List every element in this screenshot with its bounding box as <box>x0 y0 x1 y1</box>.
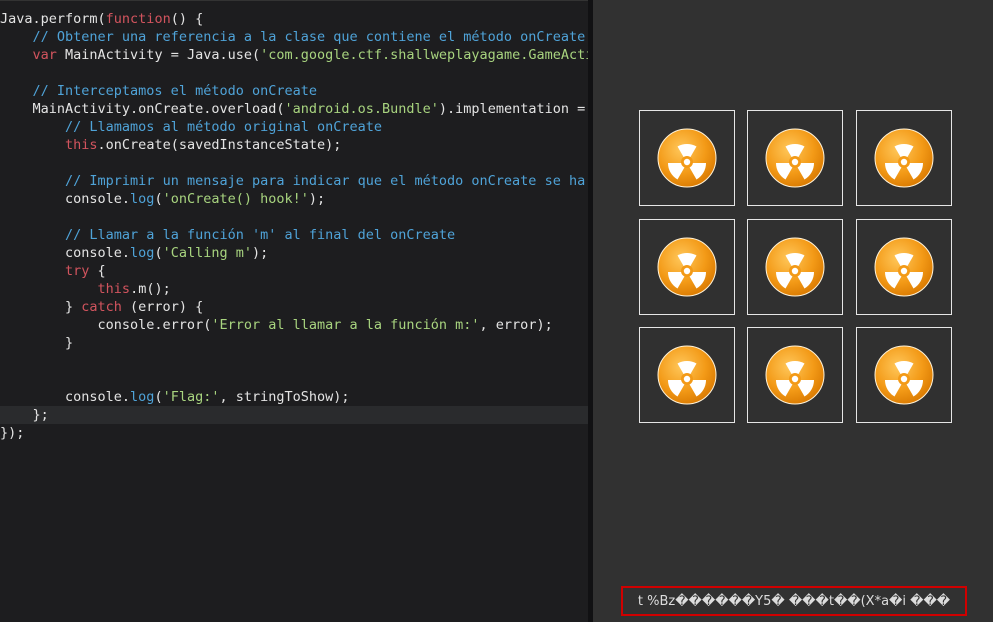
code-token: MainActivity = Java.use( <box>56 47 261 63</box>
code-line[interactable]: console.log('onCreate() hook!'); <box>0 190 325 208</box>
code-string: 'com.google.ctf.shallweplayagame.GameAct… <box>260 47 588 63</box>
code-token: ( <box>154 389 163 405</box>
emulator-screen: t %Bz������Y5� ���t��(X*a�i ��� <box>593 0 993 622</box>
flag-output-box: t %Bz������Y5� ���t��(X*a�i ��� <box>621 586 967 616</box>
radiation-icon <box>657 345 717 405</box>
code-token: }); <box>0 425 25 441</box>
code-line[interactable]: }); <box>0 424 24 442</box>
code-token: .onCreate(savedInstanceState); <box>97 137 342 153</box>
code-keyword: catch <box>81 299 122 315</box>
code-line[interactable]: // Obtener una referencia a la clase que… <box>0 28 586 46</box>
radiation-icon <box>874 237 934 297</box>
code-line[interactable]: var MainActivity = Java.use('com.google.… <box>0 46 588 64</box>
code-line[interactable]: // Imprimir un mensaje para indicar que … <box>0 172 588 190</box>
code-line[interactable]: // Llamar a la función 'm' al final del … <box>0 226 455 244</box>
code-string: 'Error al llamar a la función m:' <box>211 317 480 333</box>
radiation-icon <box>765 128 825 188</box>
code-token: console. <box>0 191 131 207</box>
game-tile[interactable] <box>747 110 843 206</box>
code-line[interactable]: } <box>0 334 73 352</box>
code-token: log <box>130 191 155 207</box>
code-line[interactable]: MainActivity.onCreate.overload('android.… <box>0 100 588 118</box>
code-comment: // Obtener una referencia a la clase que… <box>32 29 586 45</box>
game-tile[interactable] <box>856 327 952 423</box>
code-token: ).implementation = <box>438 101 588 117</box>
code-string: 'android.os.Bundle' <box>284 101 439 117</box>
code-line[interactable]: this.m(); <box>0 280 171 298</box>
game-tile[interactable] <box>639 219 735 315</box>
code-token: log <box>130 245 155 261</box>
code-line[interactable]: // Interceptamos el método onCreate <box>0 82 317 100</box>
code-comment: // Llamamos al método original onCreate <box>65 119 383 135</box>
game-tile[interactable] <box>747 327 843 423</box>
code-line[interactable]: console.log('Calling m'); <box>0 244 268 262</box>
radiation-icon <box>874 345 934 405</box>
radiation-icon <box>657 128 717 188</box>
code-token: (error) { <box>121 299 204 315</box>
code-token: } <box>0 299 82 315</box>
radiation-icon <box>874 128 934 188</box>
code-line[interactable]: try { <box>0 262 106 280</box>
code-keyword: try <box>65 263 90 279</box>
code-keyword: this <box>97 281 131 297</box>
game-tile[interactable] <box>747 219 843 315</box>
code-token: { <box>89 263 106 279</box>
code-line[interactable]: }; <box>0 406 588 424</box>
code-token: }; <box>0 407 49 423</box>
code-keyword: var <box>32 47 57 63</box>
game-tile[interactable] <box>639 110 735 206</box>
radiation-icon <box>765 345 825 405</box>
code-token: () { <box>170 11 204 27</box>
code-token: ( <box>154 191 163 207</box>
code-token: } <box>0 335 74 351</box>
flag-text: t %Bz������Y5� ���t��(X*a�i ��� <box>637 593 951 609</box>
code-string: 'Calling m' <box>162 245 252 261</box>
code-token: ); <box>251 245 269 261</box>
code-comment: // Imprimir un mensaje para indicar que … <box>65 173 586 189</box>
code-comment: // Interceptamos el método onCreate <box>32 83 317 99</box>
code-line[interactable]: console.error('Error al llamar a la func… <box>0 316 553 334</box>
code-token: .m(); <box>130 281 171 297</box>
code-editor[interactable]: Java.perform(function() { // Obtener una… <box>0 0 588 622</box>
code-token: , error); <box>479 317 553 333</box>
code-token: console. <box>0 389 131 405</box>
code-line[interactable]: this.onCreate(savedInstanceState); <box>0 136 341 154</box>
game-tile[interactable] <box>639 327 735 423</box>
code-keyword: function <box>105 11 171 27</box>
code-token: Java.perform( <box>0 11 106 27</box>
code-token: log <box>130 389 155 405</box>
code-token: , stringToShow); <box>219 389 350 405</box>
code-comment: // Llamar a la función 'm' al final del … <box>65 227 456 243</box>
code-line[interactable]: console.log('Flag:', stringToShow); <box>0 388 350 406</box>
radiation-icon <box>657 237 717 297</box>
code-token: console.error( <box>0 317 212 333</box>
code-string: 'Flag:' <box>162 389 220 405</box>
code-line[interactable]: } catch (error) { <box>0 298 203 316</box>
game-tile[interactable] <box>856 110 952 206</box>
game-tile[interactable] <box>856 219 952 315</box>
code-token: console. <box>0 245 131 261</box>
editor-top-rule <box>0 0 588 1</box>
radiation-icon <box>765 237 825 297</box>
code-token: ); <box>308 191 326 207</box>
code-line[interactable]: // Llamamos al método original onCreate <box>0 118 382 136</box>
code-token: ( <box>154 245 163 261</box>
code-keyword: this <box>65 137 98 153</box>
code-string: 'onCreate() hook!' <box>162 191 309 207</box>
code-line[interactable]: Java.perform(function() { <box>0 10 203 28</box>
code-token: MainActivity.onCreate.overload( <box>0 101 285 117</box>
